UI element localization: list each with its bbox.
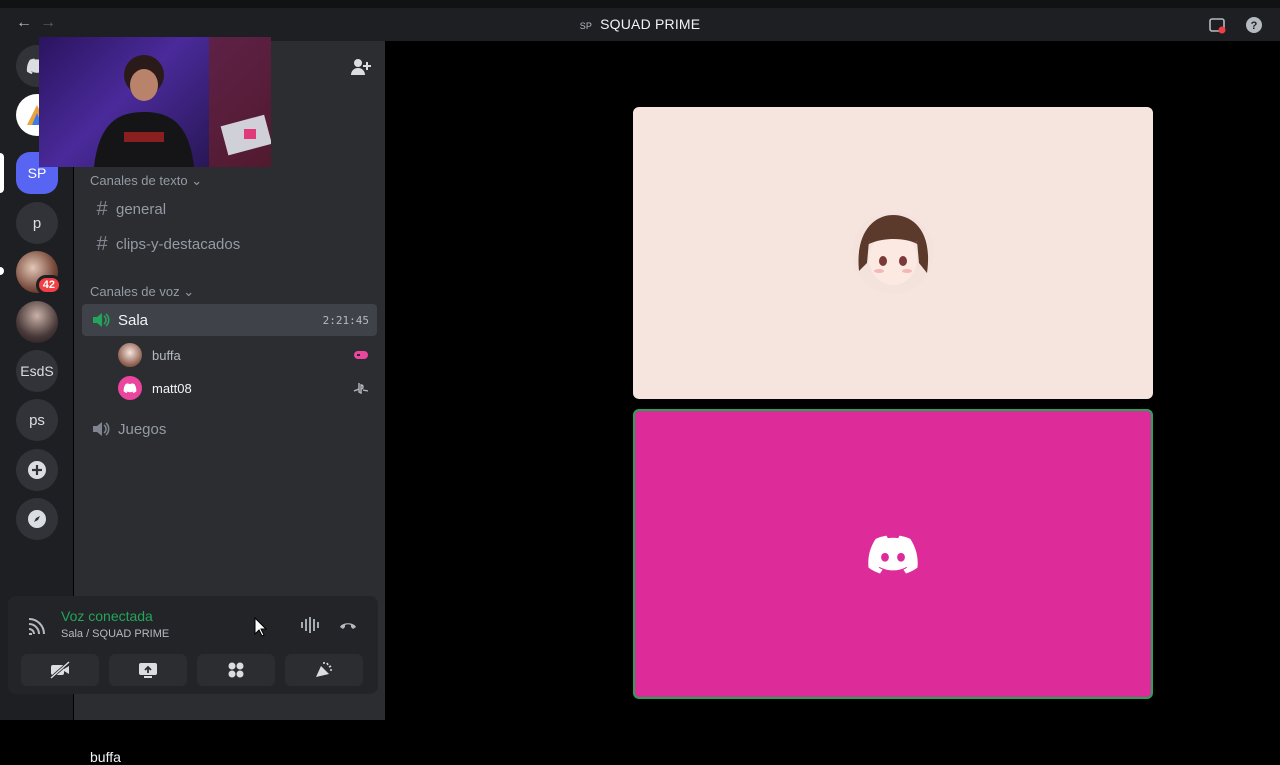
- selected-server-pill: [0, 153, 4, 193]
- window-title: SP SQUAD PRIME: [0, 16, 1280, 32]
- top-strip: [0, 0, 1280, 8]
- channel-clips-y-destacados[interactable]: # clips-y-destacados: [82, 228, 377, 260]
- server-esds[interactable]: EsdS: [16, 350, 58, 392]
- screen-share-icon: [139, 663, 157, 678]
- activities-icon: [228, 662, 244, 678]
- soundboard-icon: [316, 662, 332, 677]
- member-name: buffa: [152, 347, 181, 363]
- server-img-1[interactable]: 42: [16, 251, 62, 295]
- server-img-2[interactable]: [16, 301, 58, 343]
- category-text-channels[interactable]: Canales de texto ⌄: [90, 173, 202, 189]
- signal-icon[interactable]: [27, 616, 49, 636]
- hashtag-icon: #: [96, 232, 108, 255]
- disconnect-icon[interactable]: [338, 618, 358, 632]
- avatar: [118, 376, 142, 400]
- webcam-figure-icon: [94, 37, 271, 167]
- buffa-avatar-icon: [852, 212, 934, 294]
- discord-logo-icon: [868, 535, 918, 574]
- channel-label: general: [116, 200, 167, 218]
- category-voice-label: Canales de voz: [90, 284, 180, 299]
- speaker-icon: [93, 313, 110, 327]
- channel-general[interactable]: # general: [82, 193, 377, 225]
- title-badge: SP: [579, 21, 593, 31]
- server-ps[interactable]: ps: [16, 399, 58, 441]
- window-title-text: SQUAD PRIME: [600, 16, 701, 32]
- camera-button[interactable]: [21, 654, 99, 686]
- soundboard-button[interactable]: [285, 654, 363, 686]
- svg-text:?: ?: [1251, 20, 1258, 32]
- plus-icon: [28, 461, 46, 479]
- inbox-icon[interactable]: [1208, 16, 1226, 34]
- speaker-icon: [93, 422, 110, 436]
- user-panel-name[interactable]: buffa: [90, 749, 121, 765]
- voice-channel-label: Juegos: [118, 420, 167, 438]
- voice-channel-juegos[interactable]: Juegos: [82, 413, 377, 445]
- voice-member-matt08[interactable]: matt08: [118, 373, 377, 403]
- voice-channel-sala[interactable]: Sala 2:21:45: [82, 304, 377, 336]
- voice-status[interactable]: Voz conectada: [61, 608, 153, 624]
- mouse-cursor-icon: [254, 617, 268, 637]
- webcam-overlay: [39, 37, 271, 167]
- playstation-icon: [353, 383, 369, 394]
- avatar: [118, 343, 142, 367]
- unread-pill: [0, 267, 4, 275]
- help-icon[interactable]: ?: [1245, 16, 1263, 34]
- camera-off-icon: [50, 661, 70, 679]
- controller-icon: [354, 351, 368, 359]
- voice-connected-panel: Voz conectada Sala / SQUAD PRIME: [8, 596, 378, 694]
- member-name: matt08: [152, 380, 192, 396]
- category-text-label: Canales de texto: [90, 173, 188, 188]
- server-p[interactable]: p: [16, 202, 58, 244]
- category-voice-channels[interactable]: Canales de voz ⌄: [90, 284, 194, 300]
- explore-button[interactable]: [16, 498, 58, 540]
- channel-label: clips-y-destacados: [116, 235, 241, 253]
- add-server-button[interactable]: [16, 449, 58, 491]
- call-timer: 2:21:45: [322, 313, 369, 327]
- hashtag-icon: #: [96, 197, 108, 220]
- mention-badge: 42: [35, 275, 62, 295]
- discord-avatar-icon: [123, 383, 137, 393]
- voice-location[interactable]: Sala / SQUAD PRIME: [61, 628, 169, 640]
- compass-icon: [28, 510, 46, 528]
- voice-member-buffa[interactable]: buffa: [118, 340, 377, 370]
- voice-channel-label: Sala: [118, 311, 149, 329]
- participant-tile-matt08[interactable]: [633, 409, 1153, 699]
- add-friend-icon[interactable]: [350, 57, 372, 77]
- participant-tile-buffa[interactable]: [633, 107, 1153, 399]
- activities-button[interactable]: [197, 654, 275, 686]
- screen-share-button[interactable]: [109, 654, 187, 686]
- noise-suppression-icon[interactable]: [300, 616, 320, 634]
